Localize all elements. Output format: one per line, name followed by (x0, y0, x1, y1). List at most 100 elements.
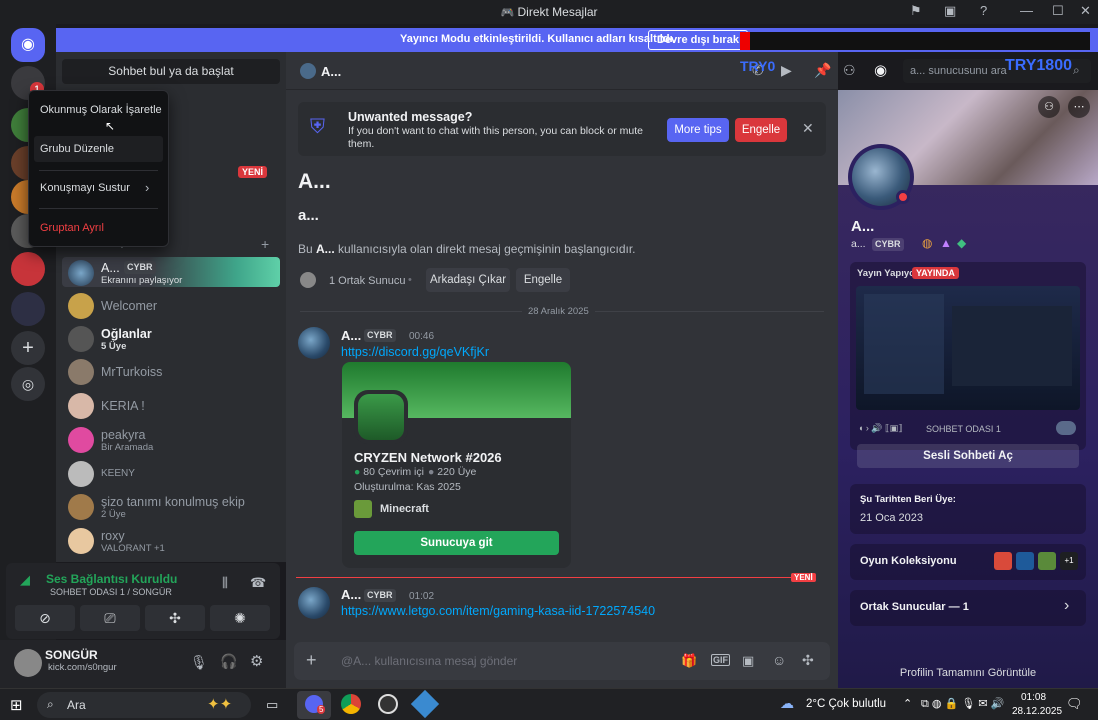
discord-taskbar-icon[interactable]: 5 (297, 691, 331, 719)
mark-as-read-item[interactable]: Okunmuş Olarak İşaretle (34, 97, 163, 123)
tray-chevron-icon[interactable]: ⌃ (903, 697, 912, 710)
message-link[interactable]: https://www.letgo.com/item/gaming-kasa-i… (341, 604, 655, 618)
mic-icon[interactable]: 🎙 (190, 654, 208, 671)
weather-text[interactable]: 2°C Çok bulutlu (806, 698, 886, 710)
discord-logo-icon: 🎮 (500, 7, 515, 19)
noise-icon[interactable]: ⫼ (222, 575, 228, 591)
badge-icon[interactable]: ◆ (957, 236, 966, 250)
apps-icon[interactable]: ✣ (802, 652, 814, 669)
dm-item[interactable]: Welcomer (62, 290, 280, 320)
dm-item[interactable]: roxy VALORANT +1 (62, 525, 280, 555)
add-friend-icon[interactable]: ⚇ (1038, 96, 1060, 118)
maximize-button[interactable]: ☐ (1052, 3, 1064, 19)
dm-item[interactable]: MrTurkoiss (62, 356, 280, 386)
task-view-icon[interactable]: ▭ (266, 697, 278, 713)
chrome-icon[interactable] (341, 694, 361, 714)
notification-icon[interactable]: 🗨 (1066, 696, 1083, 712)
dm-item-active[interactable]: A... CYBR Ekranını paylaşıyor (62, 257, 280, 287)
game-collection-card[interactable]: Oyun Koleksiyonu +1 (850, 544, 1086, 580)
message-link[interactable]: https://discord.gg/qeVKfjKr (341, 345, 489, 359)
home-button[interactable]: ◉ (11, 28, 45, 62)
soundboard-icon[interactable]: ✺ (210, 605, 270, 631)
avatar (68, 427, 94, 453)
obs-icon[interactable] (378, 694, 398, 714)
taskbar-search-input[interactable]: Ara (67, 698, 86, 712)
add-server-icon[interactable]: + (11, 331, 45, 365)
dm-item[interactable]: peakyra Bir Aramada (62, 424, 280, 454)
remove-friend-button[interactable]: Arkadaşı Çıkar (426, 268, 510, 292)
screen-share-icon[interactable]: ⎚ (80, 605, 140, 631)
message-avatar[interactable] (298, 327, 330, 359)
disable-streamer-button[interactable]: Devre dışı bırak (648, 30, 748, 50)
clock-time[interactable]: 01:08 (1021, 692, 1046, 703)
signal-icon[interactable]: ◢ (20, 572, 30, 588)
weather-icon[interactable]: ☁ (780, 695, 794, 712)
pin-icon[interactable]: 📌 (814, 62, 831, 79)
help-icon[interactable]: ? (980, 3, 987, 18)
clock-date[interactable]: 28.12.2025 (1012, 706, 1062, 717)
dm-name: KERIA ! (101, 399, 145, 413)
find-conversation-button[interactable]: Sohbet bul ya da başlat (62, 59, 280, 84)
flag-icon[interactable]: ⚑ (910, 3, 922, 19)
block-user-button[interactable]: Engelle (516, 268, 570, 292)
camera-off-icon[interactable]: ⊘ (15, 605, 75, 631)
avatar (68, 494, 94, 520)
dm-item[interactable]: Oğlanlar 5 Üye (62, 323, 280, 353)
dm-item[interactable]: KERIA ! (62, 390, 280, 420)
attach-plus-icon[interactable]: + (306, 650, 317, 671)
profile-name: A... (851, 218, 875, 235)
profile-toggle-icon[interactable]: ◉ (874, 61, 887, 79)
screen-icon[interactable]: ▣ (944, 3, 956, 19)
chat-area: A... ⛨ Unwanted message? If you don't wa… (286, 52, 838, 688)
message-author[interactable]: A... (341, 587, 361, 602)
video-icon[interactable]: ▶ (781, 62, 792, 79)
join-voice-button[interactable]: Sesli Sohbeti Aç (857, 444, 1079, 468)
message-author[interactable]: A... (341, 328, 361, 343)
taskbar-search[interactable]: ⌕ Ara ✦✦ (37, 692, 251, 718)
minimize-button[interactable]: — (1020, 3, 1033, 18)
badge-icon[interactable]: ▲ (940, 236, 952, 250)
activities-icon[interactable]: ✣ (145, 605, 205, 631)
message-input[interactable]: @A... kullanıcısına mesaj gönder (341, 654, 517, 668)
more-options-icon[interactable]: ⋯ (1068, 96, 1090, 118)
chevron-right-icon: › (145, 180, 150, 195)
mutual-servers-card[interactable]: Ortak Sunucular — 1 › (850, 590, 1086, 626)
more-tips-button[interactable]: More tips (667, 118, 729, 142)
sticker-icon[interactable]: ▣ (742, 653, 754, 669)
voice-status[interactable]: Ses Bağlantısı Kuruldu (46, 572, 177, 586)
dm-item[interactable]: şizo tanımı konulmuş ekip 2 Üye (62, 491, 280, 521)
user-avatar[interactable] (14, 649, 42, 677)
close-icon[interactable]: ✕ (802, 120, 814, 137)
gif-icon[interactable]: GIF (711, 654, 730, 666)
badge-icon[interactable]: ◍ (922, 236, 932, 250)
header-name[interactable]: A... (321, 64, 341, 79)
user-name[interactable]: SONGÜR (45, 648, 98, 662)
block-button[interactable]: Engelle (735, 118, 787, 142)
disconnect-icon[interactable]: ☎ (250, 575, 266, 591)
headphones-icon[interactable]: 🎧 (220, 653, 237, 670)
invite-server-name[interactable]: CRYZEN Network #2026 (354, 450, 502, 465)
server-icon[interactable] (11, 292, 45, 326)
message-avatar[interactable] (298, 587, 330, 619)
view-full-profile-link[interactable]: Profilin Tamamını Görüntüle (838, 667, 1098, 679)
app-icon[interactable] (410, 689, 440, 719)
tray-icon[interactable]: ⧉ ◍ 🔒 🎙 ✉ 🔊 (921, 697, 1004, 711)
start-icon[interactable]: ⊞ (10, 696, 23, 714)
server-icon[interactable] (11, 252, 45, 286)
close-button[interactable]: ✕ (1080, 3, 1091, 19)
settings-gear-icon[interactable]: ⚙ (250, 652, 263, 670)
explore-icon[interactable]: ◎ (11, 367, 45, 401)
leave-group-item[interactable]: Gruptan Ayrıl (34, 215, 163, 241)
mute-conversation-item[interactable]: Konuşmayı Sustur (34, 175, 163, 201)
search-input[interactable]: a... sunucusunu ara (910, 65, 1007, 77)
voice-channel[interactable]: SOHBET ODASI 1 / SONGÜR (50, 587, 172, 597)
join-server-button[interactable]: Sunucuya git (354, 531, 559, 555)
stream-preview[interactable] (856, 286, 1080, 410)
create-dm-icon[interactable]: + (261, 236, 269, 252)
add-member-icon[interactable]: ⚇ (843, 62, 856, 79)
gift-icon[interactable]: 🎁 (681, 653, 697, 669)
edit-group-item[interactable]: Grubu Düzenle (34, 136, 163, 162)
dm-item[interactable]: KEENY (62, 458, 280, 488)
emoji-icon[interactable]: ☺ (772, 652, 786, 668)
mutual-servers[interactable]: 1 Ortak Sunucu (329, 275, 405, 287)
